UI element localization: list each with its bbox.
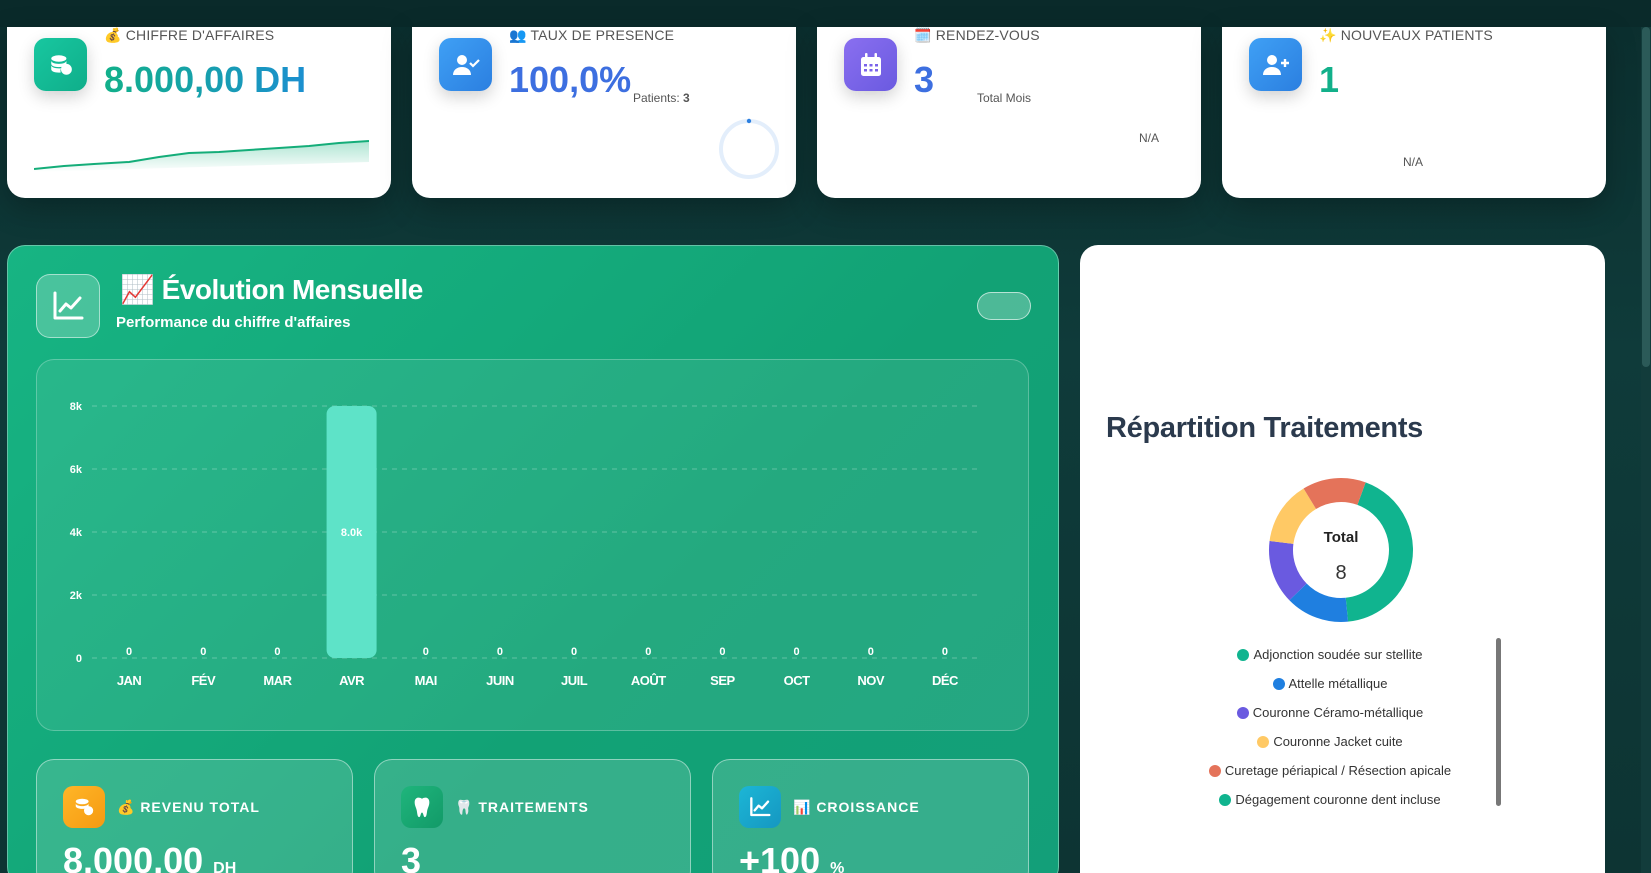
evolution-subtitle: Performance du chiffre d'affaires [116, 314, 351, 331]
legend-item[interactable]: Dégagement couronne dent incluse [1180, 785, 1480, 814]
y-tick-label: 0 [76, 653, 82, 665]
stat-label: 🦷 TRAITEMENTS [455, 799, 589, 815]
chart-container: 0 2k 4k 6k 8k 0 JAN 0 FÉV 0 MAR 8.0k AVR 0 MAI 0 JUIN 0 JU… [36, 359, 1029, 731]
legend-label: Couronne Céramo-métallique [1252, 705, 1424, 720]
page-scrollbar-thumb[interactable] [1642, 27, 1650, 367]
legend-label: Curetage périapical / Résection apicale [1224, 763, 1452, 778]
kpi-card-attendance: 👥 TAUX DE PRESENCE 100,0% Patients: 3 [412, 27, 796, 198]
kpi-card-revenue: 💰 CHIFFRE D'AFFAIRES 8.000,00 DH [7, 27, 391, 198]
user-plus-icon [1249, 38, 1302, 91]
kpi-value: 100,0% [509, 59, 632, 100]
legend-label: Dégagement couronne dent incluse [1235, 792, 1441, 807]
legend-dot [1219, 793, 1232, 806]
kpi-label: 👥 TAUX DE PRESENCE [509, 27, 675, 43]
legend-item[interactable]: Curetage périapical / Résection apicale [1180, 756, 1480, 785]
x-tick-label: JUIN [486, 673, 514, 688]
legend-dot [1236, 706, 1249, 719]
patients-count: Patients: 3 [633, 91, 690, 105]
x-tick-label: AOÛT [631, 673, 666, 688]
revenue-sparkline [34, 140, 369, 172]
attendance-ring [719, 118, 779, 179]
kpi-value: 8.000,00 DH [104, 59, 307, 100]
donut-total-label: Total [1324, 529, 1359, 546]
bar-value-label: 0 [942, 646, 948, 658]
kpi-label: 🗓️ RENDEZ-VOUS [914, 27, 1040, 43]
x-tick-label: FÉV [191, 673, 216, 688]
donut-legend: Adjonction soudée sur stellite Attelle mé… [1180, 640, 1480, 814]
bar-value-label: 0 [719, 646, 725, 658]
legend-dot [1208, 764, 1221, 777]
y-tick-label: 6k [70, 464, 83, 476]
stat-label: 💰 REVENU TOTAL [117, 799, 260, 815]
coins-icon [34, 38, 87, 91]
stat-value: 3 [401, 840, 422, 873]
treatments-donut-chart: Total 8 [1269, 478, 1413, 622]
stat-card-treatments: 🦷 TRAITEMENTS 3 [374, 759, 691, 873]
y-tick-label: 8k [70, 401, 83, 413]
bar-value-label: 0 [794, 646, 800, 658]
x-tick-label: JAN [117, 673, 142, 688]
legend-dot [1272, 677, 1285, 690]
stat-card-revenue: 💰 REVENU TOTAL 8.000,00 DH [36, 759, 353, 873]
x-tick-label: JUIL [561, 673, 588, 688]
stat-value: +100 % [739, 840, 845, 873]
x-tick-label: MAR [263, 673, 292, 688]
x-tick-label: NOV [857, 673, 885, 688]
x-tick-label: SEP [710, 673, 735, 688]
bar-value-label: 0 [200, 646, 206, 658]
legend-item[interactable]: Attelle métallique [1180, 669, 1480, 698]
monthly-bar-chart: 0 2k 4k 6k 8k 0 JAN 0 FÉV 0 MAR 8.0k AVR 0 MAI 0 JUIN 0 JU… [70, 401, 982, 688]
calendar-icon [844, 38, 897, 91]
legend-dot [1237, 648, 1250, 661]
x-tick-label: OCT [784, 673, 811, 688]
bar-value-label: 0 [497, 646, 503, 658]
x-tick-label: MAI [415, 673, 437, 688]
y-tick-label: 4k [70, 527, 83, 539]
stat-label: 📊 CROISSANCE [793, 799, 920, 815]
bar-value-label: 8.0k [341, 527, 363, 539]
y-tick-label: 2k [70, 590, 83, 602]
legend-scrollbar[interactable] [1496, 638, 1501, 806]
stat-card-growth: 📊 CROISSANCE +100 % [712, 759, 1029, 873]
repartition-panel: Répartition Traitements Total 8 Adjoncti… [1080, 245, 1605, 873]
kpi-value: 1 [1319, 59, 1340, 100]
kpi-card-new-patients: ✨ NOUVEAUX PATIENTS 1 N/A [1222, 27, 1606, 198]
legend-item[interactable]: Couronne Céramo-métallique [1180, 698, 1480, 727]
bar-value-label: 0 [645, 646, 651, 658]
bar-value-label: 0 [274, 646, 280, 658]
kpi-extra: N/A [1403, 155, 1424, 169]
kpi-label: 💰 CHIFFRE D'AFFAIRES [104, 27, 275, 43]
period-toggle[interactable] [977, 292, 1031, 320]
legend-label: Couronne Jacket cuite [1273, 734, 1403, 749]
user-check-icon [439, 38, 492, 91]
bar-value-label: 0 [423, 646, 429, 658]
donut-total-value: 8 [1335, 562, 1346, 584]
legend-item[interactable]: Adjonction soudée sur stellite [1180, 640, 1480, 669]
bar-value-label: 0 [126, 646, 132, 658]
kpi-value: 3 [914, 59, 935, 100]
bar-value-label: 0 [571, 646, 577, 658]
kpi-note: Total Mois [977, 91, 1032, 105]
chart-line-icon [36, 274, 100, 338]
evolution-title: 📈 Évolution Mensuelle [120, 274, 423, 305]
kpi-label: ✨ NOUVEAUX PATIENTS [1319, 27, 1493, 43]
legend-dot [1257, 735, 1270, 748]
top-bar [0, 0, 1651, 27]
stat-value: 8.000,00 DH [63, 840, 237, 873]
legend-label: Adjonction soudée sur stellite [1253, 647, 1423, 662]
x-tick-label: AVR [339, 673, 365, 688]
kpi-card-appointments: 🗓️ RENDEZ-VOUS 3 Total Mois N/A [817, 27, 1201, 198]
legend-item[interactable]: Couronne Jacket cuite [1180, 727, 1480, 756]
tooth-icon [401, 786, 443, 828]
kpi-extra: N/A [1139, 131, 1160, 145]
legend-label: Attelle métallique [1288, 676, 1388, 691]
bar-value-label: 0 [868, 646, 874, 658]
coins-icon [63, 786, 105, 828]
x-tick-label: DÉC [932, 673, 959, 688]
chart-line-icon [739, 786, 781, 828]
repartition-title: Répartition Traitements [1106, 412, 1423, 444]
